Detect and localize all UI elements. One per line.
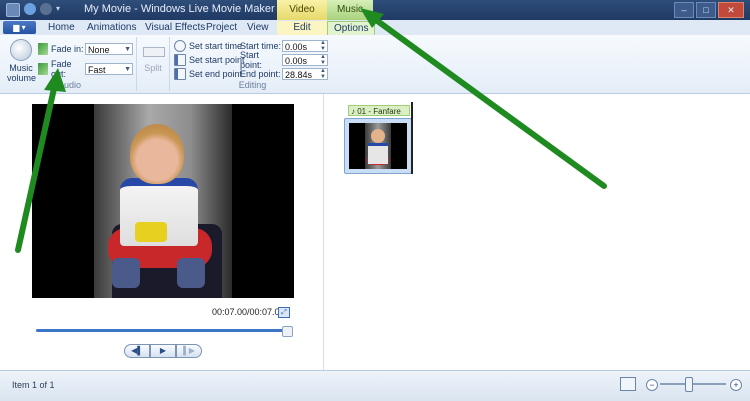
preview-timecode: 00:07.00/00:07.00 [212, 307, 285, 317]
pane-splitter[interactable] [323, 94, 324, 370]
window-controls: – □ ✕ [674, 2, 744, 18]
save-icon[interactable] [6, 3, 20, 17]
set-start-point-label: Set start point [189, 54, 245, 65]
tab-home[interactable]: Home [42, 21, 81, 35]
tab-project[interactable]: Project [200, 21, 243, 35]
play-button[interactable]: ▶ [150, 344, 176, 358]
fade-out-icon [38, 63, 48, 75]
next-frame-button[interactable]: ▌▶ [176, 344, 202, 358]
zoom-out-button[interactable]: − [646, 379, 658, 391]
main-workspace: 00:07.00/00:07.00 ⤢ ◀▌ ▶ ▌▶ ♪ 01 - Fanfa… [0, 94, 750, 370]
end-point-field[interactable]: 28.84s ▲ ▼ [282, 67, 328, 80]
fade-in-row: Fade in: None ▼ [38, 42, 133, 56]
set-start-time-label: Set start time [189, 40, 243, 51]
chevron-down-icon: ▼ [124, 46, 131, 53]
set-end-point-icon [174, 67, 186, 80]
split-icon[interactable] [143, 47, 165, 57]
set-end-point-button[interactable]: Set end point [174, 67, 242, 80]
music-track-label[interactable]: ♪ 01 - Fanfare [348, 105, 410, 116]
editing-group: Set start time Set start point Set end p… [170, 37, 335, 91]
zoom-slider-thumb[interactable] [684, 377, 693, 392]
zoom-in-button[interactable]: + [730, 379, 742, 391]
preview-photo-head [130, 124, 184, 184]
storyboard-clip[interactable] [344, 118, 412, 174]
ribbon-tab-row: ▆ ▾ Home Animations Visual Effects Proje… [0, 20, 750, 37]
storyboard-playhead[interactable] [411, 102, 413, 174]
editing-group-label: Editing [238, 80, 267, 90]
music-volume-icon [10, 39, 32, 61]
spinner-icon[interactable]: ▲ ▼ [320, 54, 326, 66]
title-bar: ▾ My Movie - Windows Live Movie Maker Vi… [0, 0, 750, 35]
spinner-icon[interactable]: ▲ ▼ [320, 40, 326, 52]
fade-in-select[interactable]: None ▼ [85, 43, 133, 55]
audio-group-label: Audio [57, 80, 82, 90]
fade-in-value: None [88, 45, 110, 55]
audio-group: Music volume Fade in: None ▼ Fade out: F… [3, 37, 137, 91]
storyboard-icon[interactable] [620, 377, 636, 391]
fade-out-label: Fade out: [51, 59, 72, 79]
zoom-slider-track[interactable] [660, 383, 726, 385]
clip-thumbnail [349, 123, 407, 169]
split-button-label: Split [144, 63, 162, 73]
tab-edit[interactable]: Edit [277, 21, 327, 35]
music-tools-context-tab[interactable]: Music Tools [327, 0, 373, 35]
fade-out-select[interactable]: Fast ▼ [85, 63, 133, 75]
preview-photo-toy [135, 222, 167, 242]
close-button[interactable]: ✕ [718, 2, 744, 18]
redo-icon[interactable] [40, 3, 52, 15]
seek-thumb[interactable] [282, 326, 293, 337]
playback-controls: ◀▌ ▶ ▌▶ [124, 344, 202, 358]
app-menu-button[interactable]: ▆ ▾ [3, 21, 36, 34]
qat-dropdown-icon[interactable]: ▾ [56, 3, 60, 15]
spinner-icon[interactable]: ▲ ▼ [320, 68, 326, 80]
preview-photo-shoe-right [177, 258, 205, 288]
fade-out-row: Fade out: Fast ▼ [38, 59, 133, 79]
start-time-value: 0.00s [285, 41, 308, 52]
clip-thumbnail-body [368, 143, 388, 164]
end-point-label: End point: [240, 68, 281, 79]
preview-photo-shoe-left [112, 258, 140, 288]
start-point-value: 0.00s [285, 55, 308, 66]
status-item-count: Item 1 of 1 [12, 380, 55, 390]
split-group: Split [137, 37, 170, 91]
minimize-button[interactable]: – [674, 2, 694, 18]
chevron-down-icon: ▼ [124, 66, 131, 73]
start-point-row: Start point: 0.00s ▲ ▼ [240, 50, 328, 70]
tab-view[interactable]: View [241, 21, 275, 35]
start-time-field[interactable]: 0.00s ▲ ▼ [282, 39, 328, 52]
music-volume-button[interactable]: Music volume [7, 39, 36, 83]
undo-icon[interactable] [24, 3, 36, 15]
ribbon: Music volume Fade in: None ▼ Fade out: F… [0, 35, 750, 94]
previous-frame-button[interactable]: ◀▌ [124, 344, 150, 358]
fade-out-value: Fast [88, 65, 106, 75]
status-bar: Item 1 of 1 − + [0, 370, 750, 401]
window-title: My Movie - Windows Live Movie Maker [84, 3, 275, 15]
tab-animations[interactable]: Animations [81, 21, 142, 35]
fade-in-icon [38, 43, 48, 55]
set-start-time-button[interactable]: Set start time [174, 39, 242, 52]
fade-in-label: Fade in: [51, 44, 84, 54]
set-end-point-label: Set end point [189, 68, 243, 79]
quick-access-toolbar: ▾ [6, 3, 60, 17]
video-preview[interactable] [32, 104, 294, 298]
set-start-time-icon [174, 39, 186, 52]
seek-bar[interactable] [36, 326, 293, 337]
set-start-point-button[interactable]: Set start point [174, 53, 245, 66]
video-tools-context-tab[interactable]: Video Tools [277, 0, 327, 35]
fullscreen-icon[interactable]: ⤢ [278, 307, 290, 318]
set-start-point-icon [174, 53, 186, 66]
maximize-button[interactable]: □ [696, 2, 716, 18]
clip-thumbnail-head [371, 129, 385, 143]
end-point-row: End point: 28.84s ▲ ▼ [240, 67, 328, 80]
start-point-field[interactable]: 0.00s ▲ ▼ [282, 53, 328, 66]
end-point-value: 28.84s [285, 69, 313, 80]
